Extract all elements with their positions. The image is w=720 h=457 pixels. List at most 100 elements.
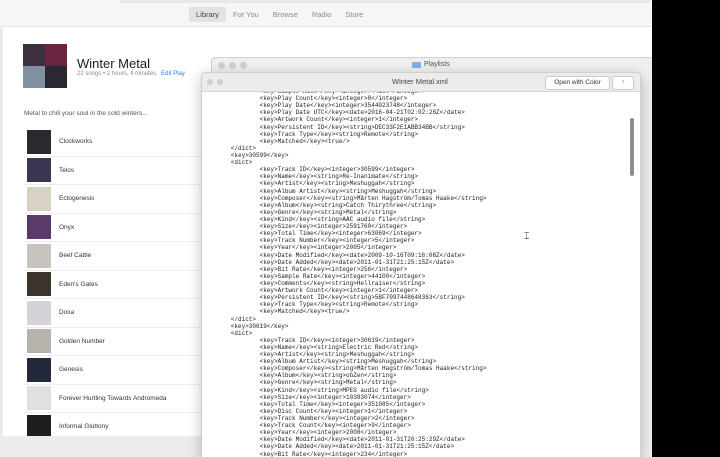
album-art-thumbnail (27, 272, 51, 297)
xml-line: </dict> (202, 315, 257, 323)
xml-window-controls (207, 79, 223, 85)
desktop-screen: Library For You Browse Radio Store Winte… (0, 0, 652, 457)
folder-icon (412, 61, 421, 68)
xml-lines: <key>Sample Rate</key><integer>44100</in… (202, 92, 622, 457)
edit-playlist-link[interactable]: Edit Play (161, 71, 185, 77)
open-with-button[interactable]: Open with Color (545, 76, 610, 90)
xml-line: <key>Track Number</key><integer>5</integ… (202, 237, 415, 245)
playlist-meta: 22 songs • 2 hours, 4 minutes Edit Play (77, 71, 185, 77)
xml-line: <key>Kind</key><string>MPEG audio file</… (202, 386, 429, 394)
finder-title: Playlists (412, 61, 450, 68)
tab-for-you[interactable]: For You (226, 7, 266, 22)
xml-line: <key>Size</key><integer>10383074</intege… (202, 393, 411, 401)
track-list: Clockworks Telos Ectogenesis Onyx Beef Cattl… (24, 128, 214, 442)
xml-line: <key>Total Time</key><integer>351085</in… (202, 400, 426, 408)
tab-store[interactable]: Store (338, 7, 370, 22)
track-row[interactable]: Ectogenesis (24, 185, 214, 214)
xml-line: <key>Total Time</key><integer>63069</int… (202, 230, 422, 238)
tab-radio[interactable]: Radio (305, 7, 339, 22)
xml-line: <key>Date Modified</key><date>2011-01-31… (202, 436, 465, 444)
xml-line: <key>Album</key><string>Catch Thirythree… (202, 201, 437, 209)
share-icon: ↑ (621, 79, 625, 86)
xml-line: <key>30619</key> (202, 322, 289, 330)
screen-border (652, 0, 720, 457)
finder-title-text: Playlists (424, 61, 450, 68)
track-row[interactable]: Telos (24, 157, 214, 185)
tab-browse[interactable]: Browse (266, 7, 305, 22)
xml-line: <key>Album</key><string>obZen</string> (202, 372, 397, 380)
xml-preview-window: Winter Metal.xml Open with Color ↑ <key>… (201, 72, 641, 457)
xml-line: <key>Play Date UTC</key><date>2016-04-21… (202, 109, 465, 117)
scrollbar[interactable] (630, 113, 635, 457)
xml-line: <key>Date Modified</key><date>2009-10-16… (202, 251, 465, 259)
xml-window-title: Winter Metal.xml (392, 77, 448, 86)
xml-line: <key>Genre</key><string>Metal</string> (202, 208, 397, 216)
xml-line: <key>Date Added</key><date>2011-01-31T21… (202, 258, 455, 266)
xml-line: </dict> (202, 144, 257, 152)
xml-line: <key>Genre</key><string>Metal</string> (202, 379, 397, 387)
xml-content[interactable]: <key>Sample Rate</key><integer>44100</in… (202, 92, 640, 457)
xml-line: <key>Date Added</key><date>2011-01-31T21… (202, 443, 455, 451)
zoom-button[interactable] (240, 62, 247, 69)
album-art-thumbnail (27, 329, 51, 354)
xml-line: <key>Track ID</key><integer>30619</integ… (202, 336, 415, 344)
album-art-thumbnail (27, 300, 51, 325)
scrollbar-thumb[interactable] (630, 118, 634, 176)
close-button[interactable] (218, 62, 225, 69)
track-name: Informal Gluttony (59, 423, 109, 431)
xml-line: <key>Track Count</key><integer>9</intege… (202, 422, 411, 430)
toolbar-edge (120, 0, 650, 3)
track-row[interactable]: Doxa (24, 299, 214, 328)
fullscreen-button[interactable] (217, 79, 223, 85)
xml-line: <key>Composer</key><string>Mårten Hagstr… (202, 194, 487, 202)
close-button[interactable] (207, 79, 213, 85)
playlist-stats: 22 songs • 2 hours, 4 minutes (77, 71, 157, 77)
playlist-description: Metal to chill your soul in the cold win… (24, 110, 148, 117)
music-tabs: Library For You Browse Radio Store (189, 7, 370, 22)
playlist-artwork (23, 44, 67, 88)
xml-line: <key>Disc Count</key><integer>1</integer… (202, 407, 408, 415)
album-art-thumbnail (27, 215, 51, 240)
playlist-title: Winter Metal (77, 56, 150, 71)
track-row[interactable]: Forever Hurtling Towards Andromeda (24, 385, 214, 413)
track-name: Doxa (59, 309, 75, 317)
xml-line: <key>Play Count</key><integer>8</integer… (202, 95, 408, 103)
xml-line: <key>Year</key><integer>2008</integer> (202, 429, 397, 437)
xml-line: <key>Album Artist</key><string>Meshuggah… (202, 358, 437, 366)
xml-line: <dict> (202, 329, 253, 337)
xml-line: <key>Matched</key><true/> (202, 308, 350, 316)
track-name: Eden's Gates (59, 280, 98, 288)
album-art-thumbnail (27, 158, 51, 183)
xml-line: <key>Bit Rate</key><integer>256</integer… (202, 265, 408, 273)
tab-library[interactable]: Library (189, 7, 226, 22)
track-row[interactable]: Onyx (24, 214, 214, 242)
xml-line: <key>Track Number</key><integer>2</integ… (202, 415, 415, 423)
xml-line: <key>Play Date</key><integer>3544023748<… (202, 102, 437, 110)
xml-line: <key>Artist</key><string>Meshuggah</stri… (202, 180, 415, 188)
album-art-thumbnail (27, 243, 51, 268)
track-name: Ectogenesis (59, 195, 95, 203)
track-row[interactable]: Beef Cattle (24, 242, 214, 271)
xml-line: <key>Track ID</key><integer>30599</integ… (202, 166, 415, 174)
track-row[interactable]: Golden Number (24, 328, 214, 356)
track-row[interactable]: Eden's Gates (24, 271, 214, 299)
album-art-thumbnail (27, 186, 51, 211)
xml-line: <key>Name</key><string>Re-Inanimate</str… (202, 173, 419, 181)
xml-line: <key>Kind</key><string>AAC audio file</s… (202, 215, 426, 223)
xml-line: <key>Track Type</key><string>Remote</str… (202, 130, 419, 138)
xml-line: <key>Year</key><integer>2005</integer> (202, 244, 397, 252)
xml-line: <key>Artist</key><string>Meshuggah</stri… (202, 351, 415, 359)
xml-line: <key>Bit Rate</key><integer>234</integer… (202, 450, 408, 457)
finder-window-controls (218, 62, 247, 69)
xml-titlebar: Winter Metal.xml Open with Color ↑ (202, 73, 640, 92)
mouse-cursor-icon: ⌶ (524, 231, 530, 241)
track-row[interactable]: Clockworks (24, 128, 214, 157)
track-row[interactable]: Genesis (24, 356, 214, 385)
track-name: Telos (59, 166, 75, 174)
track-name: Beef Cattle (59, 252, 92, 260)
minimize-button[interactable] (229, 62, 236, 69)
music-toolbar: Library For You Browse Radio Store (0, 0, 652, 27)
share-button[interactable]: ↑ (612, 76, 634, 90)
xml-line: <key>Sample Rate</key><integer>44100</in… (202, 272, 426, 280)
xml-line: <dict> (202, 159, 253, 167)
